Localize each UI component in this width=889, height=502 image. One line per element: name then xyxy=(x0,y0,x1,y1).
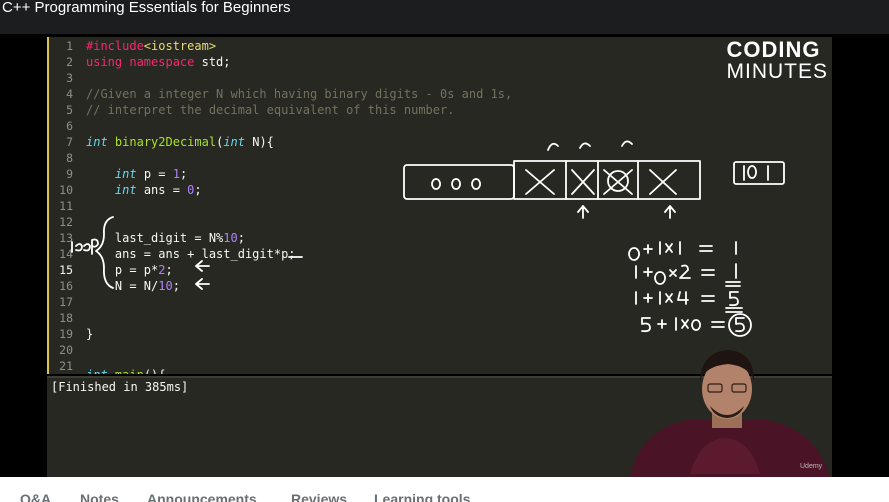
tab-learning-tools[interactable]: Learning tools xyxy=(374,491,470,502)
course-tabs: Q&A Notes Announcements Reviews Learning… xyxy=(0,477,889,502)
video-player[interactable]: 1 2 3 4 5 6 7 8 9 10 11 12 13 14 15 16 1… xyxy=(0,34,889,477)
tab-notes[interactable]: Notes xyxy=(80,491,119,502)
tab-announcements[interactable]: Announcements xyxy=(147,491,257,502)
udemy-watermark: Udemy xyxy=(800,463,823,470)
instructor-webcam xyxy=(630,350,830,477)
course-title: C++ Programming Essentials for Beginners xyxy=(2,0,291,16)
tab-reviews[interactable]: Reviews xyxy=(291,491,347,502)
course-title-bar: C++ Programming Essentials for Beginners xyxy=(0,0,889,34)
tab-qa[interactable]: Q&A xyxy=(20,491,51,502)
